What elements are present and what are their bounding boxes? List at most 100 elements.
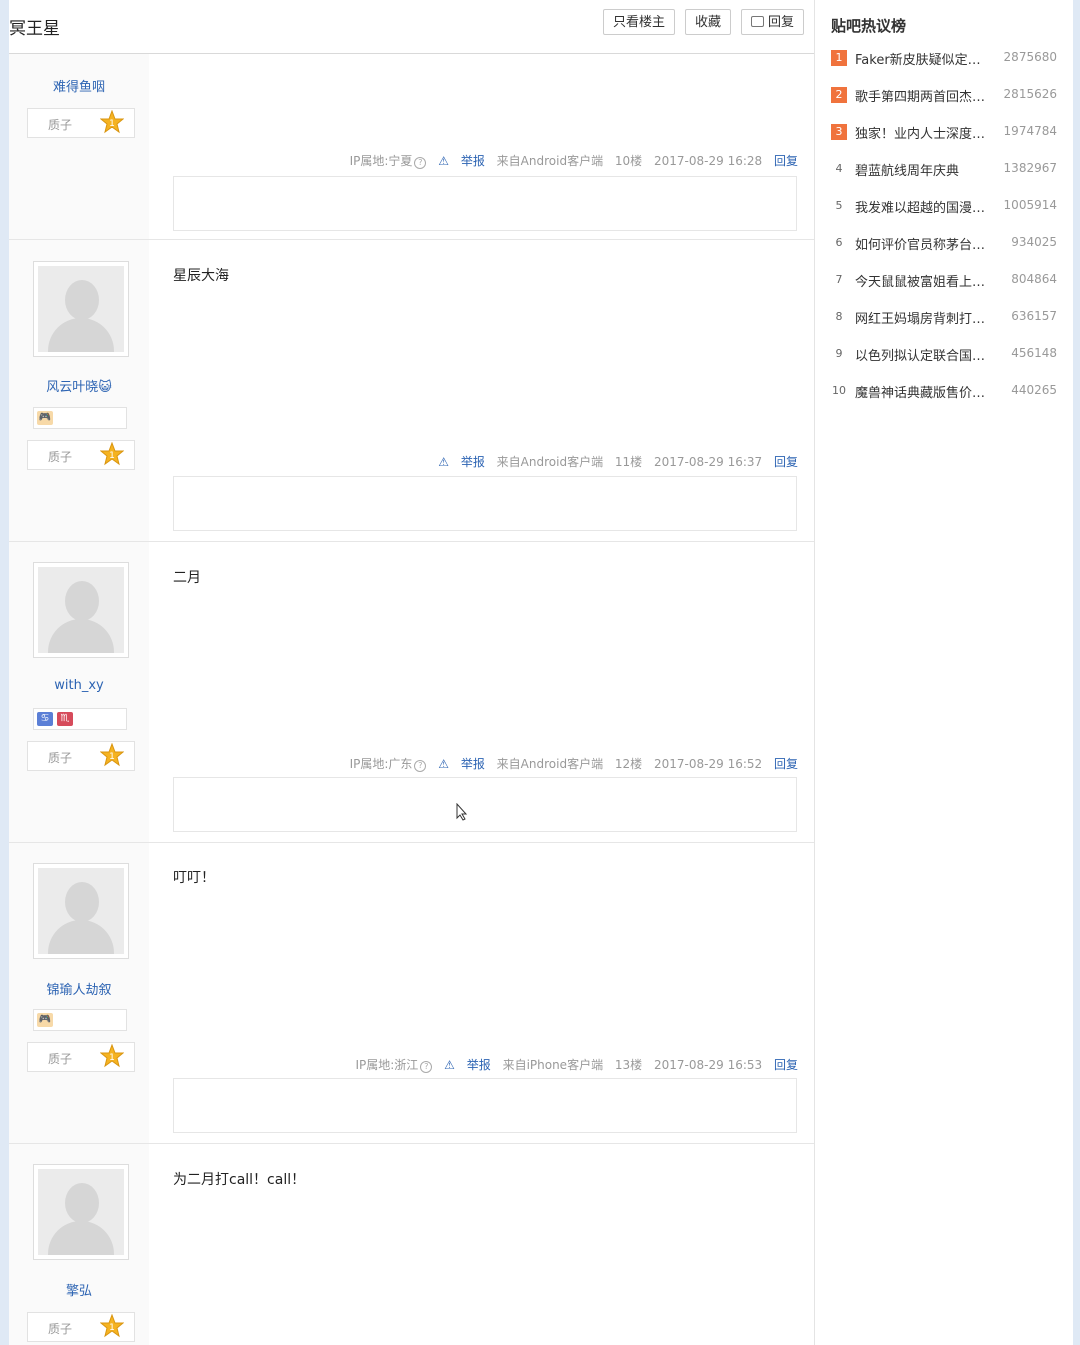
game-badge-icon[interactable]: 🎮 [37,1013,53,1027]
comment-box[interactable] [173,476,797,531]
post-source: 来自Android客户端 [496,757,604,771]
report-link[interactable]: ⚠ 举报 [438,455,485,469]
level-badge[interactable]: 质子 1 [27,108,135,138]
hot-topic-item[interactable]: 1 Faker新皮肤疑似定… 2875680 [831,48,1057,68]
comment-icon [751,16,764,27]
comment-box[interactable] [173,176,797,231]
post-time: 2017-08-29 16:28 [654,154,763,168]
help-icon[interactable]: ? [420,1061,433,1073]
svg-text:1: 1 [109,119,115,129]
hot-topic-item[interactable]: 7 今天鼠鼠被富姐看上… 804864 [831,270,1058,290]
level-name: 质子 [48,751,73,765]
help-icon[interactable]: ? [414,760,427,772]
post-partial: 擎弘 质子 1 为二月打call！call！ [9,1144,814,1345]
topic-title[interactable]: 独家！业内人士深度… [855,123,987,142]
author-panel: 风云叶晓😺 🎮 质子 1 [9,240,149,541]
comment-box[interactable] [173,1078,797,1133]
hot-topic-item[interactable]: 5 我发难以超越的国漫… 1005914 [831,196,1058,216]
author-name[interactable]: 难得鱼咽 [9,76,149,95]
author-name[interactable]: with_xy [9,678,149,693]
page: 冥王星 只看楼主 收藏 回复 难得鱼咽 质子 1 IP属地:宁夏? ⚠ 举报 来… [0,0,1080,1345]
rank-number: 1 [831,50,847,66]
level-name: 质子 [48,450,73,464]
level-badge[interactable]: 质子 1 [27,1042,135,1072]
cancer-sign-icon[interactable]: ♋ [37,712,53,726]
level-badge[interactable]: 质子 1 [27,440,135,470]
topic-title[interactable]: 网红王妈塌房背刺打… [855,308,987,327]
reply-link[interactable]: 回复 [774,154,798,168]
post-content: 为二月打call！call！ [173,1172,306,1188]
post-content: 星辰大海 [173,268,229,284]
game-badge-icon[interactable]: 🎮 [37,411,53,425]
post-source: 来自iPhone客户端 [502,1058,604,1072]
level-star-icon: 1 [100,1314,124,1338]
reply-link[interactable]: 回复 [774,757,798,771]
hot-topic-item[interactable]: 10 魔兽神话典藏版售价… 440265 [831,381,1057,401]
avatar[interactable] [33,1164,129,1260]
post-meta: ⚠ 举报 来自Android客户端 11楼 2017-08-29 16:37 回… [430,453,798,470]
post-floor-10: 难得鱼咽 质子 1 IP属地:宁夏? ⚠ 举报 来自Android客户端 10楼… [9,54,814,240]
hot-topic-item[interactable]: 8 网红王妈塌房背刺打… 636157 [831,307,1058,327]
help-icon[interactable]: ? [414,157,427,169]
author-panel: 擎弘 质子 1 [9,1144,149,1345]
topic-title[interactable]: 以色列拟认定联合国… [855,345,987,364]
post-source: 来自Android客户端 [496,154,604,168]
thread-main: 冥王星 只看楼主 收藏 回复 难得鱼咽 质子 1 IP属地:宁夏? ⚠ 举报 来… [9,0,815,1345]
post-time: 2017-08-29 16:53 [654,1058,763,1072]
topic-title[interactable]: 碧蓝航线周年庆典 [855,160,987,179]
svg-text:1: 1 [109,752,115,762]
badge-row: 🎮 [33,1009,127,1031]
post-time: 2017-08-29 16:37 [654,455,763,469]
hot-topic-item[interactable]: 6 如何评价官员称茅台… 934025 [831,233,1058,253]
post-floor-12: with_xy ♋ ♏ 质子 1 二月 IP属地:广东? ⚠ 举报 来自Andr… [9,542,814,843]
reply-link[interactable]: 回复 [774,1058,798,1072]
floor-number: 13楼 [614,1058,643,1072]
post-floor-13: 锦瑜人劫叙 🎮 质子 1 叮叮！ IP属地:浙江? ⚠ 举报 来自iPhone客… [9,843,814,1144]
hot-topic-item[interactable]: 9 以色列拟认定联合国… 456148 [831,344,1058,364]
topic-title[interactable]: Faker新皮肤疑似定… [855,49,987,68]
topic-title[interactable]: 今天鼠鼠被富姐看上… [855,271,987,290]
report-link[interactable]: ⚠ 举报 [444,1058,491,1072]
author-name[interactable]: 风云叶晓😺 [9,376,149,395]
level-badge[interactable]: 质子 1 [27,741,135,771]
thread-title: 冥王星 [9,19,60,39]
report-link[interactable]: ⚠ 举报 [438,154,485,168]
hot-topic-item[interactable]: 2 歌手第四期两首回杰… 2815626 [831,85,1057,105]
hot-topic-item[interactable]: 3 独家！业内人士深度… 1974784 [831,122,1057,142]
reply-button[interactable]: 回复 [741,9,805,35]
avatar[interactable] [33,562,129,658]
rank-number: 6 [835,236,843,249]
ip-location: IP属地:广东 [349,757,413,771]
reply-link[interactable]: 回复 [774,455,798,469]
topic-title[interactable]: 歌手第四期两首回杰… [855,86,987,105]
level-name: 质子 [48,1052,73,1066]
post-floor-11: 风云叶晓😺 🎮 质子 1 星辰大海 ⚠ 举报 来自Android客户端 11楼 … [9,240,814,542]
collect-button[interactable]: 收藏 [685,9,732,35]
post-meta: IP属地:广东? ⚠ 举报 来自Android客户端 12楼 2017-08-2… [342,755,798,772]
topic-count: 1005914 [1003,198,1057,212]
right-background [1073,0,1080,1345]
topic-count: 440265 [1011,383,1057,397]
badge-row: ♋ ♏ [33,708,127,730]
level-badge[interactable]: 质子 1 [27,1312,135,1342]
avatar[interactable] [33,261,129,357]
topic-count: 1974784 [1003,124,1057,138]
topic-title[interactable]: 魔兽神话典藏版售价… [855,382,987,401]
floor-number: 10楼 [614,154,643,168]
report-link[interactable]: ⚠ 举报 [438,757,485,771]
topic-count: 2875680 [1003,50,1057,64]
author-name[interactable]: 擎弘 [9,1280,149,1299]
scorpio-sign-icon[interactable]: ♏ [57,712,73,726]
sidebar-title: 贴吧热议榜 [831,17,907,35]
topic-count: 934025 [1011,235,1057,249]
level-star-icon: 1 [100,110,124,134]
reply-button-label: 回复 [768,15,795,30]
hot-topic-item[interactable]: 4 碧蓝航线周年庆典 1382967 [831,159,1058,179]
author-name[interactable]: 锦瑜人劫叙 [9,979,149,998]
floor-number: 11楼 [614,455,643,469]
comment-box[interactable] [173,777,797,832]
only-op-button[interactable]: 只看楼主 [603,9,676,35]
topic-title[interactable]: 如何评价官员称茅台… [855,234,987,253]
topic-title[interactable]: 我发难以超越的国漫… [855,197,987,216]
avatar[interactable] [33,863,129,959]
